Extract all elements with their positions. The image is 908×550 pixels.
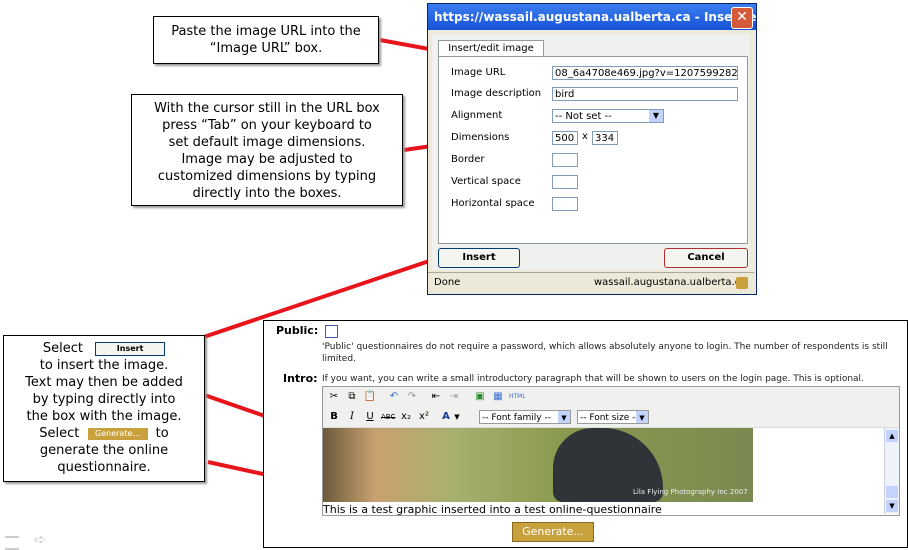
italic-icon[interactable]: I [345, 410, 359, 424]
editor-scrollbar[interactable]: ▲ ▼ [884, 428, 899, 514]
forward-arrow-icon[interactable]: ➪ [34, 533, 46, 547]
horizontal-space-label: Horizontal space [451, 198, 535, 209]
editor-text: This is a test graphic inserted into a t… [323, 503, 662, 516]
image-url-label: Image URL [451, 67, 506, 78]
generate-button[interactable]: Generate... [512, 522, 594, 542]
outdent-icon[interactable]: ⇤ [429, 390, 443, 404]
image-description-label: Image description [451, 88, 542, 99]
font-color-icon[interactable]: A [439, 410, 453, 424]
alignment-select[interactable]: -- Not set -- ▼ [552, 109, 664, 123]
close-icon[interactable]: ✕ [731, 7, 753, 29]
intro-note: If you want, you can write a small intro… [322, 374, 864, 384]
image-description-input[interactable]: bird [552, 87, 738, 101]
underline-icon[interactable]: U [363, 410, 377, 424]
height-input[interactable]: 334 [592, 131, 618, 145]
font-size-select[interactable]: -- Font size -- ▼ [577, 410, 649, 424]
cancel-button[interactable]: Cancel [664, 248, 748, 268]
undo-icon[interactable]: ↶ [387, 390, 401, 404]
dimensions-label: Dimensions [451, 132, 510, 143]
callout-paste-url: Paste the image URL into the “Image URL”… [153, 16, 379, 64]
status-text: Done [434, 277, 461, 288]
cut-icon[interactable]: ✂ [327, 390, 341, 404]
bold-icon[interactable]: B [327, 410, 341, 424]
paste-icon[interactable]: 📋 [363, 390, 377, 404]
strikethrough-icon[interactable]: ABC [381, 410, 395, 424]
image-watermark: Lila Flying Photography Inc 2007 [633, 488, 748, 496]
image-icon[interactable]: ▣ [473, 390, 487, 404]
insert-button[interactable]: Insert [438, 248, 520, 268]
intro-rich-text-editor[interactable]: ✂ ⧉ 📋 ↶ ↷ ⇤ ⇥ ▣ ▦ HTML B I U ABC x₂ x² A… [322, 386, 900, 516]
superscript-icon[interactable]: x² [417, 410, 431, 424]
callout-insert-generate: Select Insert to insert the image. Text … [3, 335, 205, 482]
table-icon[interactable]: ▦ [491, 390, 505, 404]
redo-icon[interactable]: ↷ [405, 390, 419, 404]
dialog-title: https://wassail.augustana.ualberta.ca - … [428, 4, 756, 30]
intro-label: Intro: [283, 372, 318, 385]
menu-icon[interactable] [5, 536, 19, 550]
scroll-down-icon[interactable]: ▼ [886, 500, 898, 512]
image-url-input[interactable]: 08_6a4708e469.jpg?v=1207599282 [552, 66, 738, 80]
callout-tab-dimensions: With the cursor still in the URL box pre… [131, 94, 403, 206]
chevron-down-icon: ▼ [636, 411, 648, 423]
chevron-down-icon[interactable]: ▼ [453, 410, 461, 424]
status-domain: wassail.augustana.ualberta.ca [594, 277, 747, 288]
editor-toolbar-bottom: B I U ABC x₂ x² A ▼ -- Font family -- ▼ … [323, 407, 899, 428]
chevron-down-icon: ▼ [558, 411, 570, 423]
generate-button-sample: Generate... [87, 427, 148, 440]
copy-icon[interactable]: ⧉ [345, 390, 359, 404]
border-label: Border [451, 154, 485, 165]
insert-button-sample: Insert [95, 341, 166, 356]
html-icon[interactable]: HTML [509, 390, 526, 404]
insert-image-dialog: https://wassail.augustana.ualberta.ca - … [427, 3, 757, 295]
indent-icon[interactable]: ⇥ [447, 390, 461, 404]
horizontal-space-input[interactable] [552, 197, 578, 211]
public-checkbox[interactable] [325, 325, 338, 338]
vertical-space-input[interactable] [552, 175, 578, 189]
questionnaire-panel: Public: 'Public' questionnaires do not r… [263, 320, 908, 548]
status-bar: Done wassail.augustana.ualberta.ca [428, 272, 754, 293]
width-input[interactable]: 500 [552, 131, 578, 145]
subscript-icon[interactable]: x₂ [399, 410, 413, 424]
public-note: 'Public' questionnaires do not require a… [322, 342, 888, 364]
lock-icon [736, 277, 748, 289]
tab-insert-edit-image[interactable]: Insert/edit image [438, 40, 544, 57]
chevron-down-icon: ▼ [649, 110, 663, 122]
scroll-up-icon[interactable]: ▲ [886, 430, 898, 442]
public-label: Public: [276, 324, 319, 337]
dimension-separator: x [582, 131, 588, 142]
scroll-thumb[interactable] [886, 486, 898, 498]
border-input[interactable] [552, 153, 578, 167]
image-properties-panel: Image URL 08_6a4708e469.jpg?v=1207599282… [438, 56, 748, 244]
vertical-space-label: Vertical space [451, 176, 521, 187]
alignment-label: Alignment [451, 110, 503, 121]
inserted-bird-image: Lila Flying Photography Inc 2007 [323, 428, 753, 502]
font-family-select[interactable]: -- Font family -- ▼ [479, 410, 571, 424]
editor-toolbar-top: ✂ ⧉ 📋 ↶ ↷ ⇤ ⇥ ▣ ▦ HTML [323, 387, 899, 408]
dialog-body: Insert/edit image Image URL 08_6a4708e46… [432, 34, 750, 270]
